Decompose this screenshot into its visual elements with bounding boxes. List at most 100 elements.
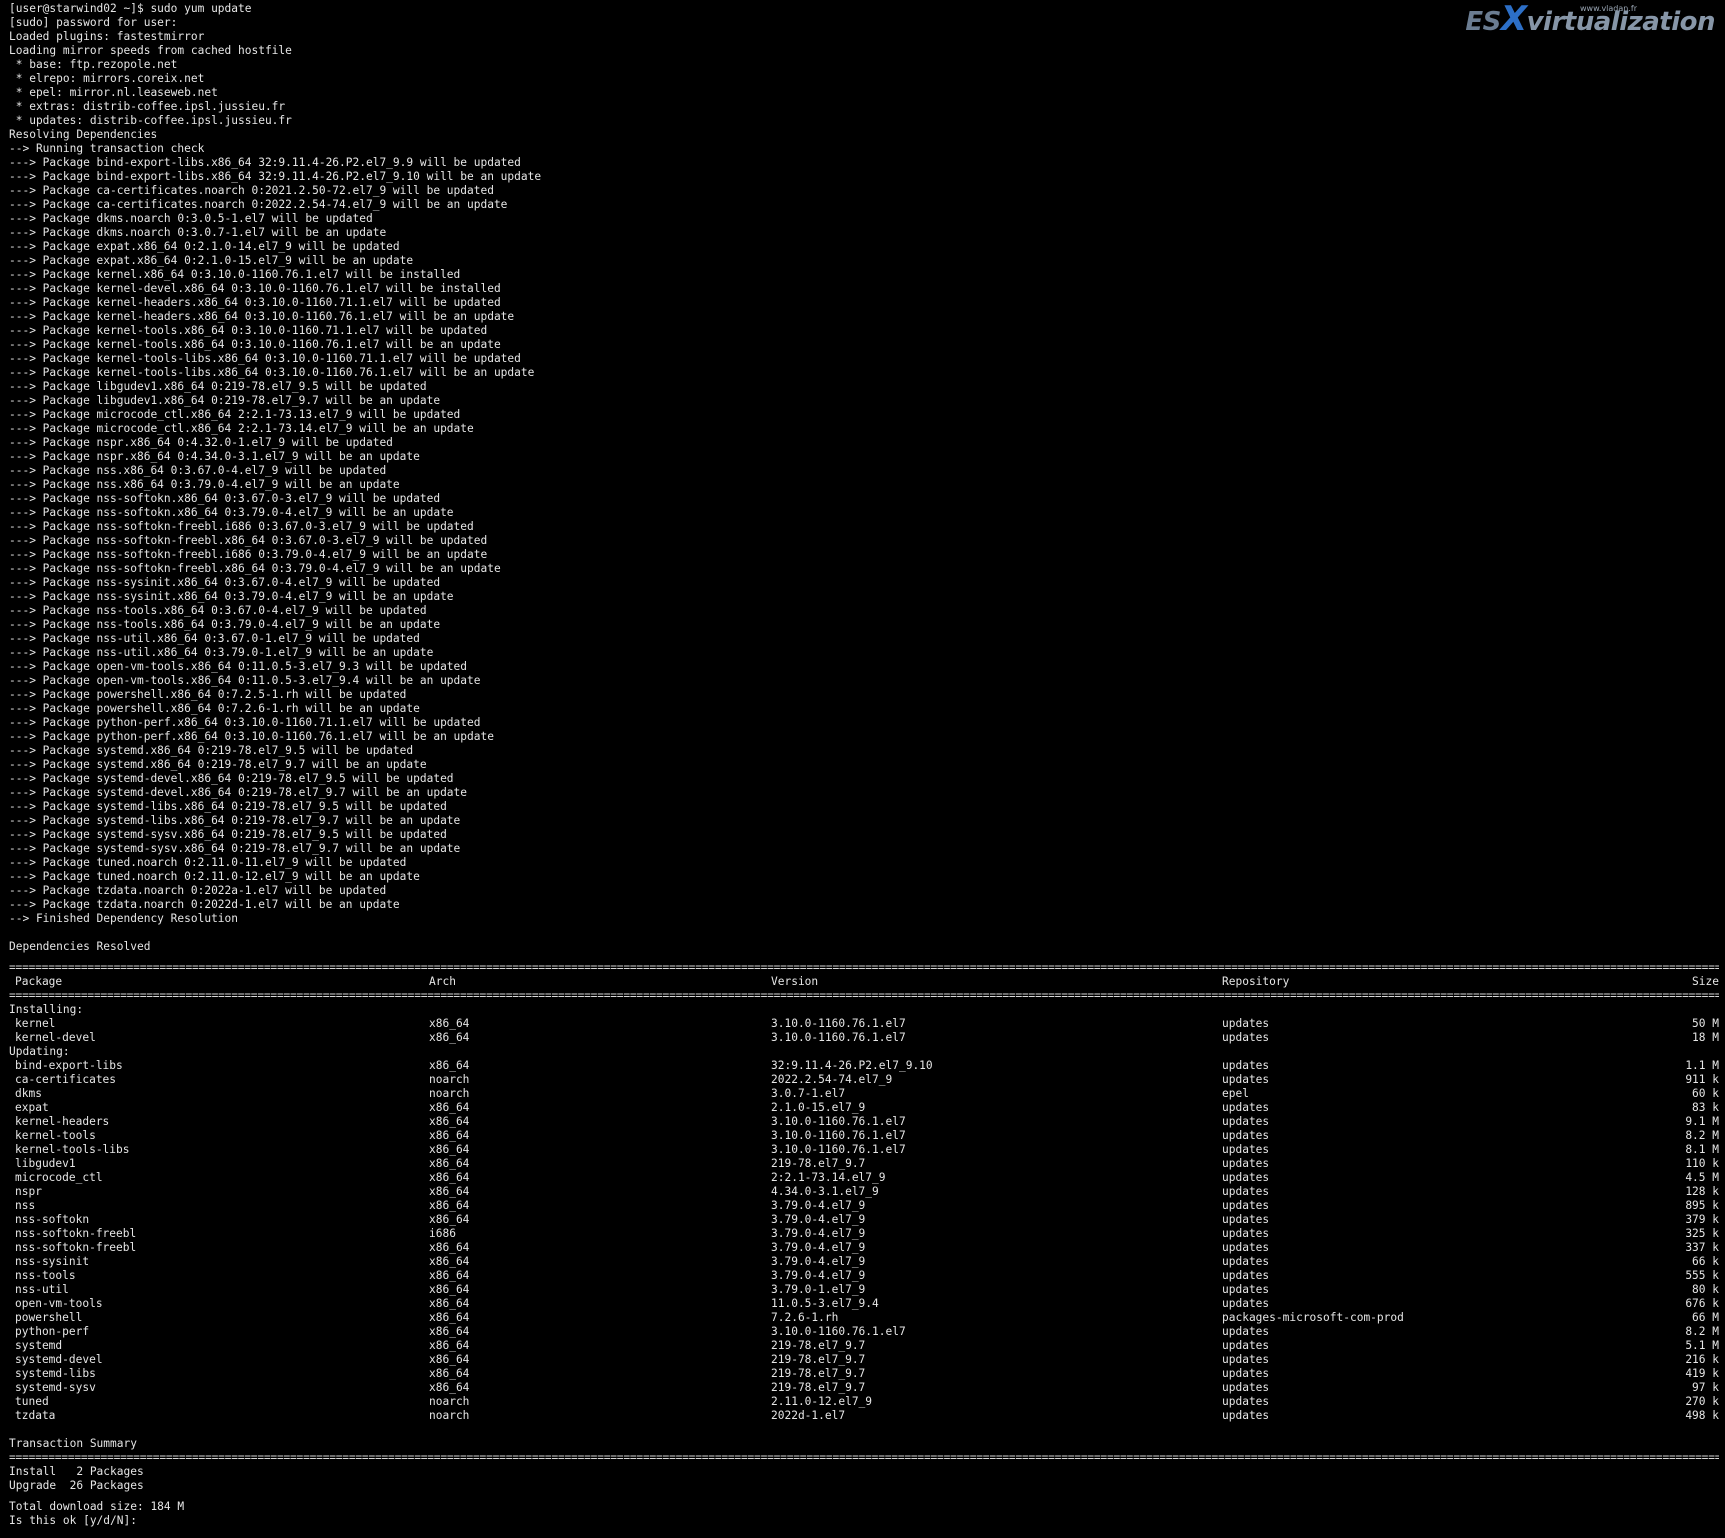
- log-line: ---> Package open-vm-tools.x86_64 0:11.0…: [9, 674, 481, 687]
- installing-label: Installing:: [9, 1003, 84, 1016]
- package-version: 32:9.11.4-26.P2.el7_9.10: [771, 1059, 933, 1072]
- package-arch: x86_64: [429, 1325, 470, 1338]
- package-name: kernel-tools: [15, 1129, 96, 1142]
- package-repository: epel: [1222, 1087, 1249, 1100]
- package-arch: x86_64: [429, 1353, 470, 1366]
- package-size: 270 k: [1685, 1395, 1719, 1408]
- package-name: systemd-devel: [15, 1353, 103, 1366]
- log-line: ---> Package nspr.x86_64 0:4.34.0-3.1.el…: [9, 450, 420, 463]
- package-repository: updates: [1222, 1059, 1270, 1072]
- log-line: ---> Package nss-sysinit.x86_64 0:3.67.0…: [9, 576, 441, 589]
- package-size: 50 M: [1692, 1017, 1719, 1030]
- package-name: systemd-sysv: [15, 1381, 96, 1394]
- package-repository: updates: [1222, 1395, 1270, 1408]
- package-version: 3.10.0-1160.76.1.el7: [771, 1031, 906, 1044]
- package-arch: x86_64: [429, 1101, 470, 1114]
- table-row: nss-softokn-freebl i686 3.79.0-4.el7_9 upda…: [9, 1227, 1719, 1241]
- package-size: 8.1 M: [1685, 1143, 1719, 1156]
- package-arch: x86_64: [429, 1241, 470, 1254]
- package-name: nss-softokn: [15, 1213, 90, 1226]
- package-name: python-perf: [15, 1325, 90, 1338]
- updating-label: Updating:: [9, 1045, 70, 1058]
- table-row: nss-util x86_64 3.79.0-1.el7_9 updates 80 k: [9, 1283, 1719, 1297]
- log-line: ---> Package python-perf.x86_64 0:3.10.0…: [9, 730, 494, 743]
- log-line: Resolving Dependencies: [9, 128, 158, 141]
- package-size: 128 k: [1685, 1185, 1719, 1198]
- package-arch: x86_64: [429, 1129, 470, 1142]
- table-row: ca-certificates noarch 2022.2.54-74.el7_9 u…: [9, 1073, 1719, 1087]
- log-line: ---> Package systemd-sysv.x86_64 0:219-7…: [9, 842, 461, 855]
- log-line: --> Finished Dependency Resolution: [9, 912, 239, 925]
- package-name: powershell: [15, 1311, 83, 1324]
- table-row: libgudev1 x86_64 219-78.el7_9.7 updates 110 …: [9, 1157, 1719, 1171]
- header-version: Version: [771, 975, 819, 988]
- table-row: microcode_ctl x86_64 2:2.1-73.14.el7_9 upda…: [9, 1171, 1719, 1185]
- table-row: open-vm-tools x86_64 11.0.5-3.el7_9.4 updat…: [9, 1297, 1719, 1311]
- package-version: 219-78.el7_9.7: [771, 1339, 866, 1352]
- log-line: ---> Package systemd-devel.x86_64 0:219-…: [9, 772, 454, 785]
- package-name: microcode_ctl: [15, 1171, 103, 1184]
- log-line: [user@starwind02 ~]$ sudo yum update: [9, 2, 252, 15]
- table-row: kernel-headers x86_64 3.10.0-1160.76.1.el7…: [9, 1115, 1719, 1129]
- table-row: nss x86_64 3.79.0-4.el7_9 updates 895 k: [9, 1199, 1719, 1213]
- table-row: expat x86_64 2.1.0-15.el7_9 updates 83 k: [9, 1101, 1719, 1115]
- table-row: kernel-tools x86_64 3.10.0-1160.76.1.el7 up…: [9, 1129, 1719, 1143]
- log-line: ---> Package powershell.x86_64 0:7.2.5-1…: [9, 688, 407, 701]
- log-line: ---> Package systemd-devel.x86_64 0:219-…: [9, 786, 468, 799]
- confirm-prompt[interactable]: Is this ok [y/d/N]:: [9, 1514, 1719, 1528]
- package-repository: updates: [1222, 1241, 1270, 1254]
- log-line: [sudo] password for user:: [9, 16, 178, 29]
- table-row: nss-sysinit x86_64 3.79.0-4.el7_9 updates 66…: [9, 1255, 1719, 1269]
- total-download-size: Total download size: 184 M: [9, 1500, 185, 1513]
- log-line: ---> Package tzdata.noarch 0:2022d-1.el7…: [9, 898, 400, 911]
- log-line: ---> Package nss-softokn-freebl.i686 0:3…: [9, 548, 488, 561]
- log-line: ---> Package kernel-tools.x86_64 0:3.10.…: [9, 324, 488, 337]
- package-name: libgudev1: [15, 1157, 76, 1170]
- package-name: nss-tools: [15, 1269, 76, 1282]
- summary-upgrade: Upgrade 26 Packages: [9, 1479, 144, 1492]
- log-line: ---> Package kernel-tools.x86_64 0:3.10.…: [9, 338, 501, 351]
- package-version: 3.79.0-4.el7_9: [771, 1241, 866, 1254]
- package-version: 3.10.0-1160.76.1.el7: [771, 1129, 906, 1142]
- table-row: powershell x86_64 7.2.6-1.rh packages-micro…: [9, 1311, 1719, 1325]
- log-line: ---> Package tzdata.noarch 0:2022a-1.el7…: [9, 884, 387, 897]
- package-version: 3.79.0-4.el7_9: [771, 1269, 866, 1282]
- log-line: ---> Package libgudev1.x86_64 0:219-78.e…: [9, 394, 441, 407]
- log-line: ---> Package nss-tools.x86_64 0:3.79.0-4…: [9, 618, 441, 631]
- package-name: bind-export-libs: [15, 1059, 123, 1072]
- log-line: ---> Package nss-util.x86_64 0:3.79.0-1.…: [9, 646, 434, 659]
- package-name: kernel-tools-libs: [15, 1143, 130, 1156]
- table-separator-header: ========================================…: [9, 989, 1719, 1002]
- package-size: 216 k: [1685, 1353, 1719, 1366]
- package-version: 219-78.el7_9.7: [771, 1381, 866, 1394]
- log-line: ---> Package nspr.x86_64 0:4.32.0-1.el7_…: [9, 436, 393, 449]
- package-size: 1.1 M: [1685, 1059, 1719, 1072]
- log-line: ---> Package systemd-libs.x86_64 0:219-7…: [9, 814, 461, 827]
- table-row: dkms noarch 3.0.7-1.el7 epel 60 k: [9, 1087, 1719, 1101]
- header-size: Size: [1692, 975, 1719, 988]
- package-size: 110 k: [1685, 1157, 1719, 1170]
- package-size: 66 M: [1692, 1311, 1719, 1324]
- package-repository: updates: [1222, 1031, 1270, 1044]
- log-line: * base: ftp.rezopole.net: [9, 58, 178, 71]
- package-size: 5.1 M: [1685, 1339, 1719, 1352]
- package-arch: x86_64: [429, 1143, 470, 1156]
- package-version: 2.11.0-12.el7_9: [771, 1395, 873, 1408]
- installing-list: kernel x86_64 3.10.0-1160.76.1.el7 updates 5…: [9, 1017, 1719, 1045]
- package-size: 498 k: [1685, 1409, 1719, 1422]
- package-repository: updates: [1222, 1381, 1270, 1394]
- table-row: nss-softokn-freebl x86_64 3.79.0-4.el7_9 up…: [9, 1241, 1719, 1255]
- package-name: systemd: [15, 1339, 63, 1352]
- table-separator-summary: ========================================…: [9, 1451, 1719, 1464]
- package-arch: x86_64: [429, 1115, 470, 1128]
- package-name: nspr: [15, 1185, 42, 1198]
- package-arch: noarch: [429, 1409, 470, 1422]
- dependencies-resolved: Dependencies Resolved: [9, 940, 151, 953]
- package-version: 2.1.0-15.el7_9: [771, 1101, 866, 1114]
- terminal-window[interactable]: [user@starwind02 ~]$ sudo yum update [sud…: [9, 2, 1719, 1528]
- package-name: ca-certificates: [15, 1073, 117, 1086]
- table-row: kernel x86_64 3.10.0-1160.76.1.el7 updates 5…: [9, 1017, 1719, 1031]
- package-name: kernel-devel: [15, 1031, 96, 1044]
- log-line: ---> Package nss.x86_64 0:3.67.0-4.el7_9…: [9, 464, 387, 477]
- header-arch: Arch: [429, 975, 456, 988]
